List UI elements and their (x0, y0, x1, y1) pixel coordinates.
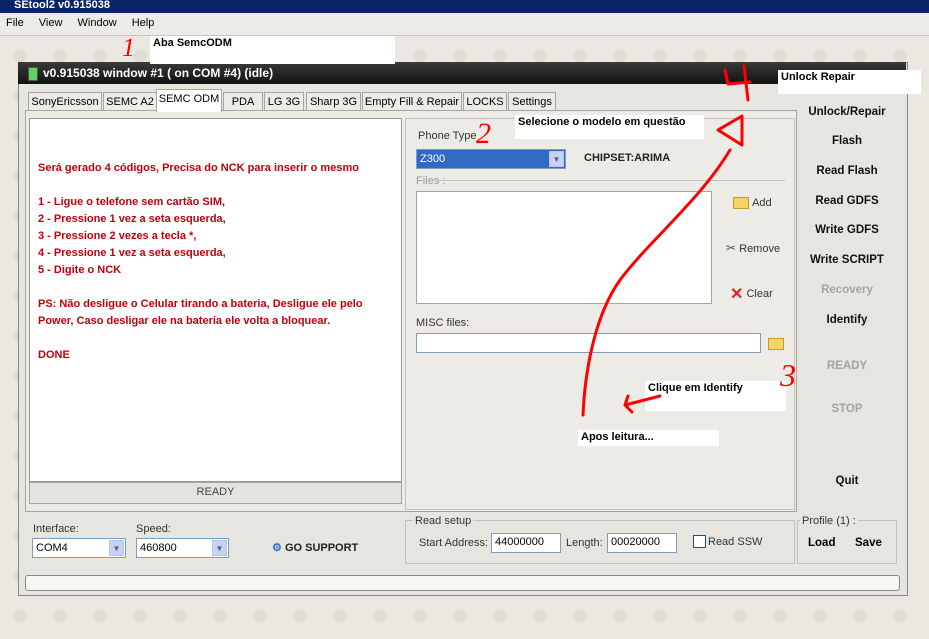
tab-semc-odm[interactable]: SEMC ODM (156, 89, 222, 112)
annotation-number-2: 2 (476, 117, 491, 150)
annotation-stroke (723, 64, 752, 102)
annotation-number-1: 1 (122, 33, 135, 62)
annotation-stroke (716, 114, 744, 147)
annotation-overlay: 1 2 3 (122, 33, 796, 417)
annotation-stroke (623, 394, 662, 414)
annotation-number-3: 3 (779, 357, 796, 393)
annotation-stroke (581, 148, 732, 417)
